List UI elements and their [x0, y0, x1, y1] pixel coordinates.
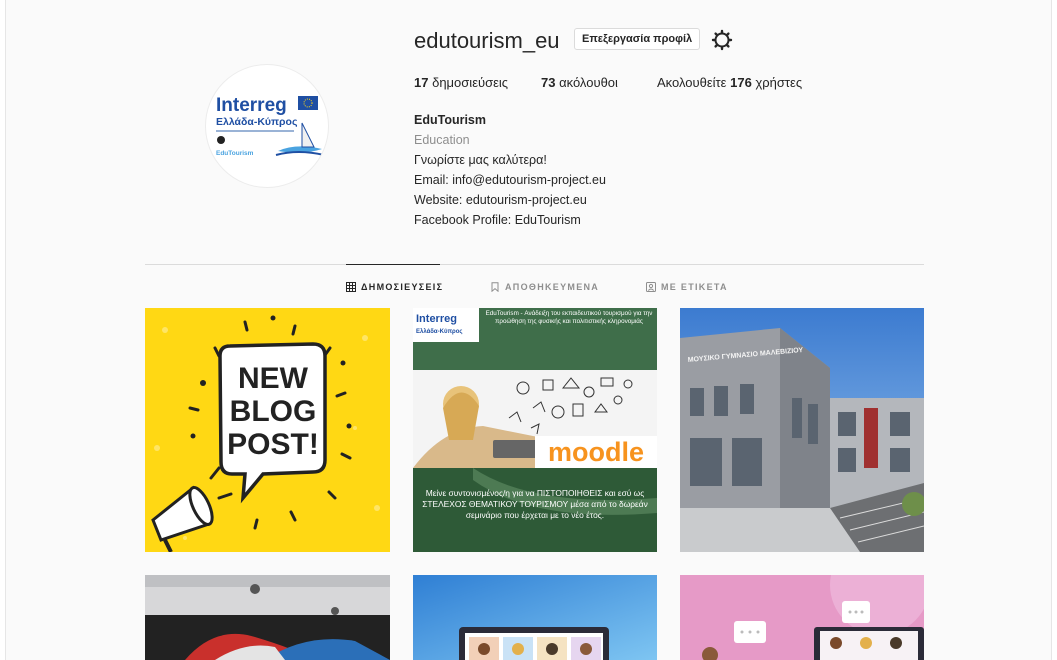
window-left-edge [0, 0, 6, 660]
following-count: 176 [730, 75, 752, 90]
post2-logo-subtitle: Ελλάδα-Κύπρος [416, 329, 463, 335]
bio-category: Education [414, 133, 470, 147]
megaphone-icon [151, 466, 233, 552]
profile-username: edutourism_eu [414, 28, 560, 53]
blog-line-1: NEW [238, 362, 309, 395]
tag-icon [646, 282, 656, 292]
followers-stat[interactable]: 73 ακόλουθοι [541, 75, 618, 90]
post2-footer-text: Μείνε συντονισμένος/η για να ΠΙΣΤΟΠΟΙΗΘΕ… [422, 488, 648, 520]
online-meeting-illustration [680, 575, 924, 660]
interreg-logo: Interreg Ελλάδα-Κύπρος EduTourism [216, 95, 325, 157]
logo-caption: EduTourism [216, 150, 254, 157]
tab-label: ΔΗΜΟΣΙΕΥΣΕΙΣ [361, 282, 444, 292]
bio-website[interactable]: Website: edutourism-project.eu [414, 190, 606, 210]
tabs-divider [145, 264, 924, 265]
post2-logo-title: Interreg [416, 313, 457, 325]
followers-count: 73 [541, 75, 556, 90]
tab-posts[interactable]: ΔΗΜΟΣΙΕΥΣΕΙΣ [346, 282, 443, 292]
blog-line-3: POST! [227, 428, 319, 461]
post-art-gallery[interactable] [145, 575, 390, 660]
profile-avatar[interactable]: Interreg Ελλάδα-Κύπρος EduTourism [205, 64, 329, 188]
following-stat[interactable]: Ακολουθείτε 176 χρήστες [657, 75, 802, 90]
grid-icon [346, 282, 356, 292]
tab-label: ΜΕ ΕΤΙΚΕΤΑ [661, 282, 728, 292]
post-school-building[interactable]: ΜΟΥΣΙΚΟ ΓΥΜΝΑΣΙΟ ΜΑΛΕΒΙΖΙΟΥ [680, 308, 924, 552]
active-tab-indicator [346, 264, 440, 265]
posts-label: δημοσιεύσεις [432, 75, 509, 90]
tab-tagged[interactable]: ΜΕ ΕΤΙΚΕΤΑ [646, 282, 728, 292]
moodle-logo-text: moodle [548, 437, 644, 467]
post-video-call[interactable] [413, 575, 657, 660]
gallery-photo [145, 575, 390, 660]
tab-label: ΑΠΟΘΗΚΕΥΜΕΝΑ [505, 282, 600, 292]
blog-post-graphic: NEW BLOG POST! [151, 315, 380, 552]
following-prefix: Ακολουθείτε [657, 75, 727, 90]
tab-saved[interactable]: ΑΠΟΘΗΚΕΥΜΕΝΑ [490, 282, 599, 292]
settings-gear-icon[interactable] [711, 29, 733, 51]
following-suffix: χρήστες [755, 75, 803, 90]
blog-line-2: BLOG [230, 395, 317, 428]
logo-title: Interreg [216, 95, 287, 116]
video-call-illustration [413, 575, 657, 660]
post-online-meeting[interactable] [680, 575, 924, 660]
post2-header-text: EduTourism - Ανάδειξη του εκπαιδευτικού … [485, 310, 653, 325]
bio-email: Email: info@edutourism-project.eu [414, 173, 606, 187]
followers-label: ακόλουθοι [559, 75, 618, 90]
edit-profile-button[interactable]: Επεξεργασία προφίλ [574, 28, 701, 50]
moodle-post-graphic: Interreg Ελλάδα-Κύπρος EduTourism - Ανάδ… [413, 308, 657, 552]
building-photo: ΜΟΥΣΙΚΟ ΓΥΜΝΑΣΙΟ ΜΑΛΕΒΙΖΙΟΥ [680, 308, 924, 552]
window-right-edge [1051, 0, 1057, 660]
posts-stat: 17 δημοσιεύσεις [414, 75, 508, 90]
bio-line: Γνωρίστε μας καλύτερα! [414, 153, 547, 167]
post-new-blog-post[interactable]: NEW BLOG POST! [145, 308, 390, 552]
logo-subtitle: Ελλάδα-Κύπρος [216, 116, 298, 128]
bio-name: EduTourism [414, 113, 486, 127]
bookmark-icon [491, 282, 499, 292]
post-moodle-certification[interactable]: Interreg Ελλάδα-Κύπρος EduTourism - Ανάδ… [413, 308, 657, 552]
bio-facebook: Facebook Profile: EduTourism [414, 213, 581, 227]
profile-bio: EduTourism Education Γνωρίστε μας καλύτε… [414, 110, 606, 230]
posts-count: 17 [414, 75, 429, 90]
